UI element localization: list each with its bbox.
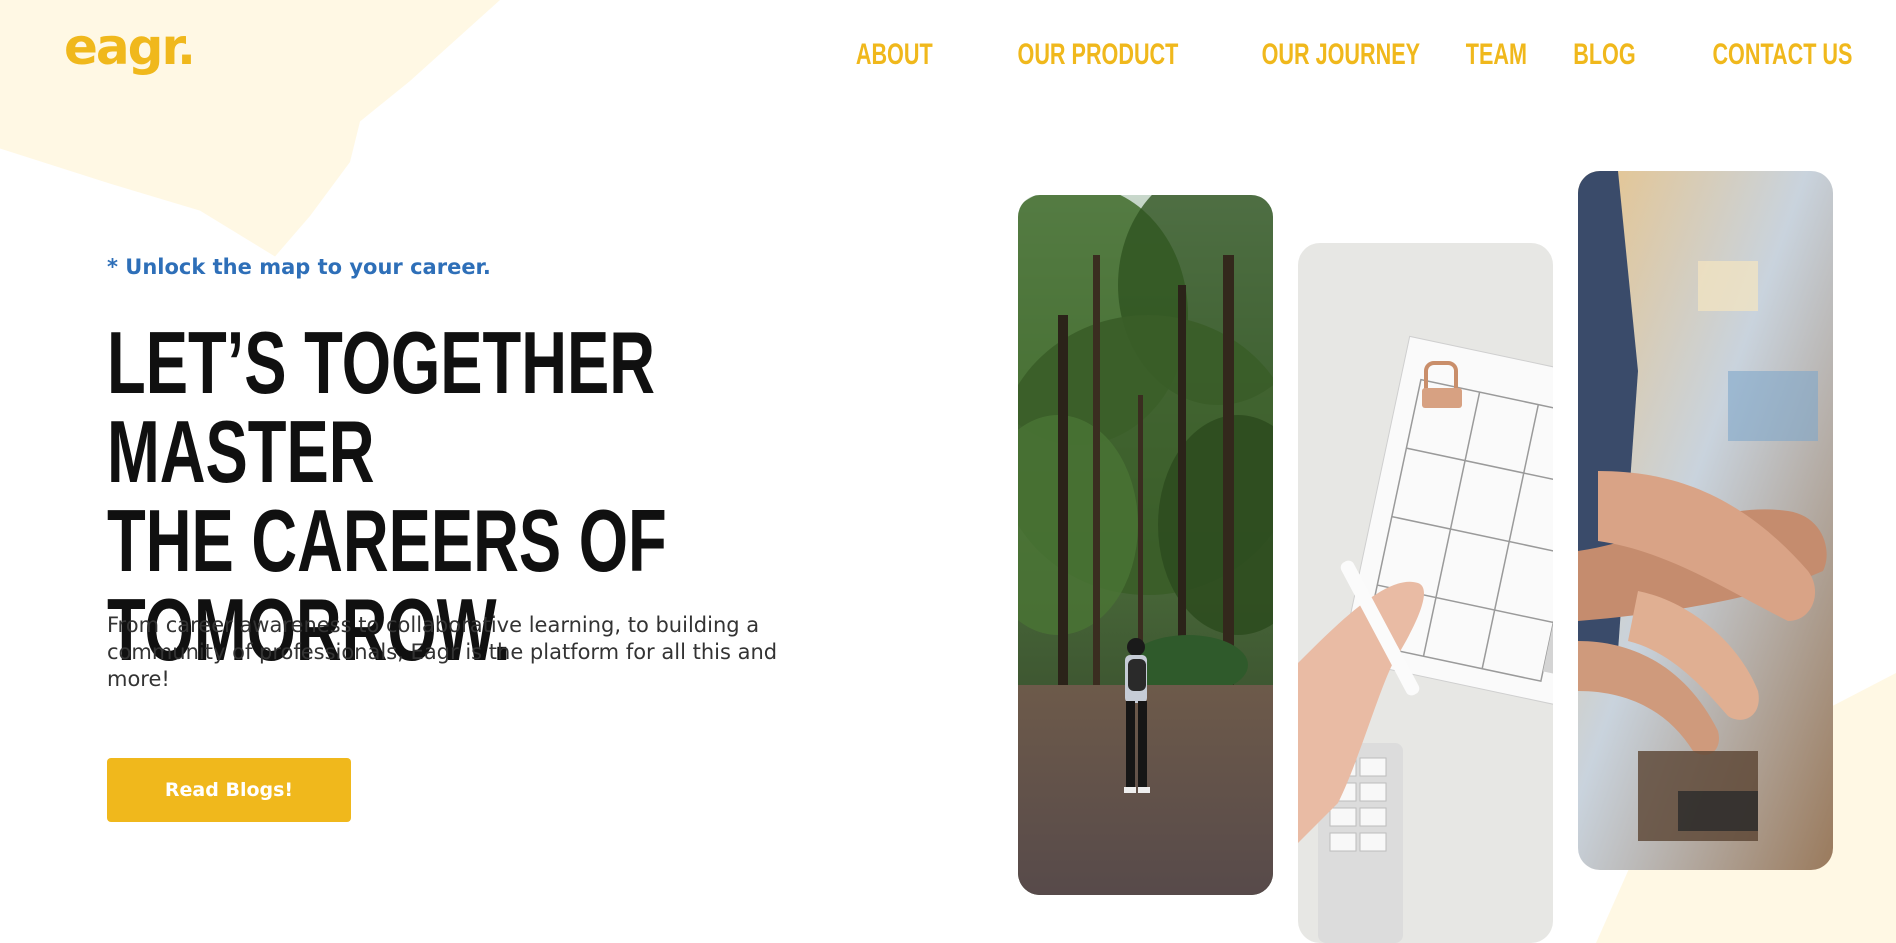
- nav-item-our-product[interactable]: OUR PRODUCT: [1017, 40, 1178, 70]
- logo[interactable]: eagr.: [64, 22, 196, 72]
- planner-photo: [1298, 243, 1553, 943]
- nav-item-contact-us[interactable]: CONTACT US: [1712, 40, 1852, 70]
- hero-headline-line: LET’S TOGETHER MASTER: [107, 313, 655, 501]
- hero-tagline: * Unlock the map to your career.: [107, 255, 491, 279]
- hero-headline-line: THE CAREERS OF: [107, 491, 667, 590]
- nav-item-team[interactable]: TEAM: [1466, 40, 1527, 70]
- team-hands-photo: [1578, 171, 1833, 870]
- nav-item-blog[interactable]: BLOG: [1573, 40, 1635, 70]
- main-nav: ABOUT OUR PRODUCT OUR JOURNEY TEAM BLOG …: [856, 40, 1852, 70]
- forest-photo: [1018, 195, 1273, 895]
- nav-item-about[interactable]: ABOUT: [856, 40, 933, 70]
- landing-page: eagr. ABOUT OUR PRODUCT OUR JOURNEY TEAM…: [0, 0, 1896, 943]
- nav-item-our-journey[interactable]: OUR JOURNEY: [1261, 40, 1419, 70]
- hero-description: From career awareness to collaborative l…: [107, 613, 778, 691]
- read-blogs-button[interactable]: Read Blogs!: [107, 758, 351, 822]
